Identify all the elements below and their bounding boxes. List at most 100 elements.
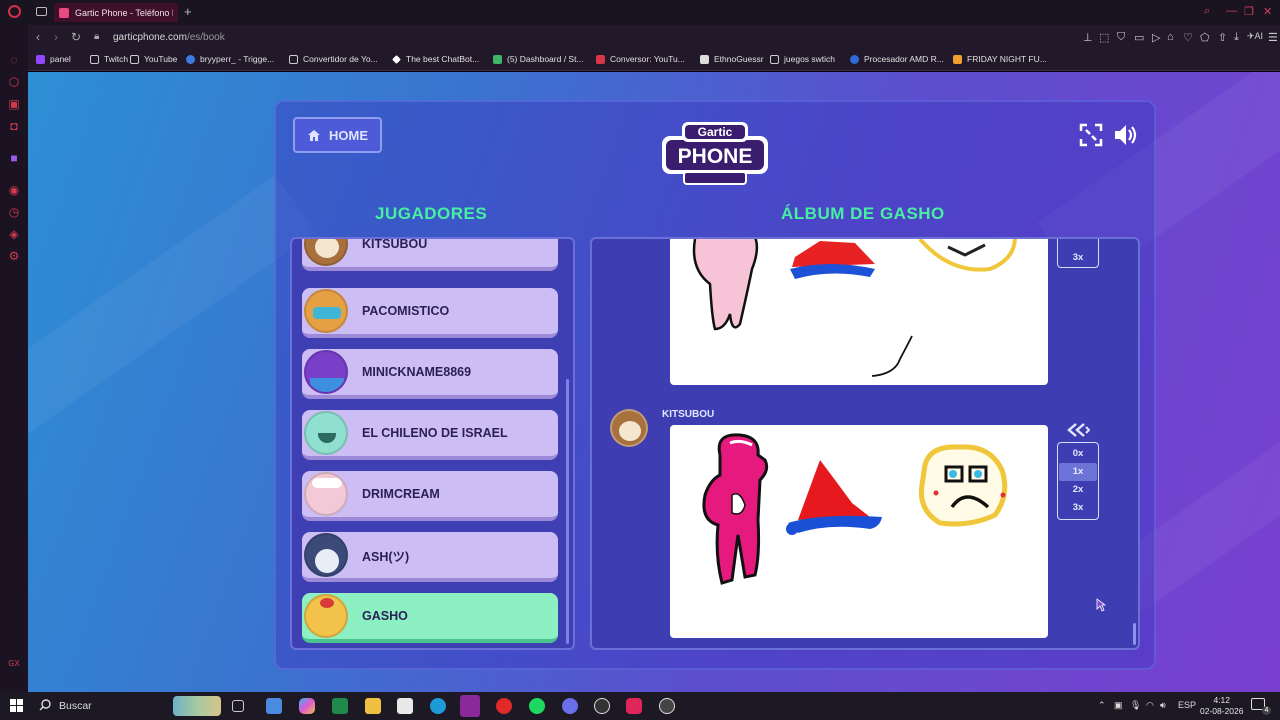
opera-logo-icon[interactable] [8,5,21,18]
page-icon [90,54,99,64]
player-card-pacomistico[interactable]: PACOMISTICO [302,288,558,338]
sidebar-messenger-icon[interactable]: ▣ [7,97,21,111]
player-name: ASH(ツ) [362,549,410,564]
wifi-icon[interactable]: ◠ [1146,700,1154,711]
player-name: EL CHILENO DE ISRAEL [362,426,508,440]
clock[interactable]: 4:12 02-08-2026 [1200,695,1243,717]
album-view[interactable]: 3x KITSUBOU 0x 1x 2x 3x [590,237,1140,650]
edge-icon[interactable] [430,698,446,714]
speed-option[interactable]: 3x [1059,249,1097,267]
download-icon[interactable]: ⤓ [1234,31,1239,44]
search-tabs-icon[interactable]: ⌕ [1204,5,1210,18]
player-card-el-chileno[interactable]: EL CHILENO DE ISRAEL [302,410,558,460]
tray-chevron-icon[interactable]: ⌃ [1098,700,1106,711]
bookmark-item[interactable]: bryyperr_ - Trigge... [186,54,274,64]
sidebar-aria-icon[interactable]: ◌ [7,53,21,67]
language-indicator[interactable]: ESP [1178,700,1196,710]
wallet-icon[interactable]: ▭ [1134,31,1144,44]
speed-selector[interactable]: 0x 1x 2x 3x [1057,442,1099,520]
player-card-minickname8869[interactable]: MINICKNAME8869 [302,349,558,399]
windows-start-icon[interactable] [10,699,23,712]
sidebar-player-icon[interactable]: ◉ [7,183,21,197]
play-icon[interactable]: ▷ [1152,31,1160,44]
taskbar-search[interactable]: Buscar [59,700,92,712]
spotify-icon[interactable] [529,698,545,714]
menu-icon[interactable]: ☰ [1268,31,1278,44]
player-card-gasho[interactable]: GASHO [302,593,558,643]
cream-avatar [304,472,348,516]
discord-icon[interactable] [562,698,578,714]
bookmark-item[interactable]: Twitch [90,54,128,64]
taskbar-app-icon[interactable] [266,698,282,714]
tab-workspace-icon[interactable] [36,7,47,16]
sidebar-settings-icon[interactable]: ⚙ [7,249,21,263]
speed-option-2x[interactable]: 2x [1059,481,1097,499]
extensions-icon[interactable]: ⬠ [1200,31,1210,44]
speed-option-3x[interactable]: 3x [1059,499,1097,517]
snapshot-icon[interactable]: ⬚ [1099,31,1109,44]
album-scrollbar[interactable] [1133,623,1136,645]
sidebar-extension-icon[interactable]: ⬡ [7,75,21,89]
bookmark-item[interactable]: Convertidor de Yo... [289,54,378,64]
player-card-ash[interactable]: ASH(ツ) [302,532,558,582]
dashboard-icon [493,54,502,64]
volume-icon[interactable] [1112,122,1138,148]
bookmark-item[interactable]: YouTube [130,54,177,64]
players-list[interactable]: KITSUBOU PACOMISTICO MINICKNAME8869 EL C… [290,237,575,650]
ai-icon[interactable]: ✈AI [1247,31,1263,42]
maximize-icon[interactable]: ❐ [1244,5,1254,18]
speed-selector-top[interactable]: 3x [1057,239,1099,268]
tiktok-icon[interactable] [626,698,642,714]
reload-icon[interactable]: ↻ [71,30,81,44]
player-card-kitsubou[interactable]: KITSUBOU [302,239,558,271]
store-icon[interactable] [397,698,413,714]
minimize-icon[interactable]: — [1226,5,1237,17]
sidebar-instagram-icon[interactable]: ◘ [7,119,21,133]
speed-option-1x[interactable]: 1x [1059,463,1097,481]
speaker-icon[interactable]: 🔊︎ [1160,700,1166,711]
back-icon[interactable]: ‹ [36,30,40,44]
bookmark-item[interactable]: Conversor: YouTu... [596,54,685,64]
gartic-phone-logo: Gartic PHONE [662,122,768,185]
bookmark-item[interactable]: panel [36,54,71,64]
sidebar-cube-icon[interactable]: ◈ [7,227,21,241]
bookmark-item[interactable]: (5) Dashboard / St... [493,54,584,64]
search-highlight-image [173,696,221,716]
microphone-icon[interactable]: 🎙︎ [1130,700,1141,711]
home-button[interactable]: HOME [293,117,382,153]
excel-icon[interactable] [332,698,348,714]
players-scrollbar[interactable] [566,379,569,644]
player-card-drimcream[interactable]: DRIMCREAM [302,471,558,521]
opera-gx-icon[interactable] [460,695,480,717]
media-player-icon[interactable] [659,698,675,714]
tab-gartic-phone[interactable]: Gartic Phone - Teléfono De [54,3,178,22]
sidebar-more-icon[interactable]: GX [7,657,21,671]
task-view-icon[interactable] [232,700,244,712]
sidebar-history-icon[interactable]: ◷ [7,205,21,219]
copilot-icon[interactable] [299,698,315,714]
obs-icon[interactable] [594,698,610,714]
bookmark-page-icon[interactable]: ⊥ [1083,31,1093,44]
youtube-music-icon[interactable] [496,698,512,714]
rewind-icon[interactable] [1066,423,1090,437]
file-explorer-icon[interactable] [365,698,381,714]
bookmark-item[interactable]: FRIDAY NIGHT FU... [953,54,1047,64]
bookmark-item[interactable]: The best ChatBot... [392,54,479,64]
author-name: KITSUBOU [662,409,715,420]
new-tab-icon[interactable]: + [184,4,192,19]
bookmark-item[interactable]: EthnoGuessr [700,54,764,64]
forward-icon[interactable]: › [54,30,58,44]
share-icon[interactable]: ⇧ [1218,31,1227,44]
url-field[interactable]: garticphone.com/es/book [113,32,225,43]
close-icon[interactable]: ✕ [1263,5,1272,18]
sidebar-twitch-icon[interactable]: ■ [7,151,21,165]
tray-icon[interactable]: ▣ [1114,700,1123,711]
camera-icon[interactable]: ⌂ [1167,31,1174,43]
player-name: DRIMCREAM [362,487,440,501]
bookmark-item[interactable]: Procesador AMD R... [850,54,944,64]
shield-icon[interactable]: ⛉ [1117,31,1125,44]
speed-option-0x[interactable]: 0x [1059,445,1097,463]
fullscreen-icon[interactable] [1078,122,1104,148]
heart-icon[interactable]: ♡ [1183,31,1193,44]
bookmark-item[interactable]: juegos swtich [770,54,835,64]
